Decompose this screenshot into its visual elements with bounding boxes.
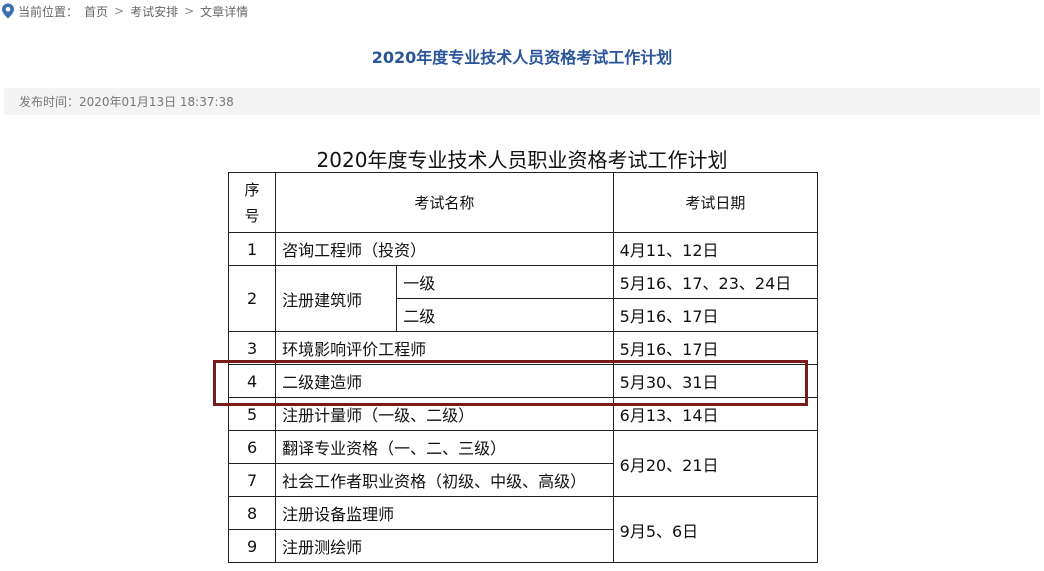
row-exam-date: 5月16、17日 <box>612 331 819 365</box>
breadcrumb: 当前位置： 首页 > 考试安排 > 文章详情 <box>0 0 1044 22</box>
breadcrumb-exam-schedule-link[interactable]: 考试安排 <box>130 3 178 20</box>
publish-info-bar: 发布时间： 2020年01月13日 18:37:38 <box>4 88 1040 115</box>
row-exam-date: 4月11、12日 <box>612 232 819 266</box>
row-exam-date: 6月13、14日 <box>612 397 819 431</box>
row-exam-date: 6月20、21日 <box>612 430 819 497</box>
row-no: 2 <box>227 265 277 332</box>
table-row: 8 注册设备监理师 9月5、6日 <box>227 496 819 563</box>
row-exam-date: 5月16、17日 <box>612 298 819 332</box>
row-exam-name: 注册建筑师 <box>275 265 398 332</box>
row-exam-name: 注册计量师（一级、二级） <box>275 397 614 431</box>
row-exam-date: 5月30、31日 <box>612 364 819 398</box>
row-exam-level: 一级 <box>396 265 614 299</box>
breadcrumb-current: 文章详情 <box>200 4 249 19</box>
header-exam-date: 考试日期 <box>612 172 819 233</box>
row-no: 4 <box>227 364 277 398</box>
table-row: 2 注册建筑师 一级 5月16、17、23、24日 <box>227 265 819 332</box>
table-row: 3 环境影响评价工程师 5月16、17日 <box>227 331 819 365</box>
exam-schedule-table: 序 号 考试名称 考试日期 1 咨询工程师（投资） 4月11、12日 2 注册建… <box>227 172 819 563</box>
publish-time-value: 2020年01月13日 18:37:38 <box>79 95 234 109</box>
row-exam-name: 二级建造师 <box>275 364 614 398</box>
table-title: 2020年度专业技术人员职业资格考试工作计划 <box>316 148 728 172</box>
row-no: 3 <box>227 331 277 365</box>
row-no: 1 <box>227 232 277 266</box>
header-no-line1: 序 <box>244 180 260 199</box>
row-exam-name: 翻译专业资格（一、二、三级） <box>275 430 614 464</box>
row-exam-name: 咨询工程师（投资） <box>275 232 614 266</box>
table-row: 6 翻译专业资格（一、二、三级） 6月20、21日 <box>227 430 819 497</box>
table-row: 1 咨询工程师（投资） 4月11、12日 <box>227 232 819 266</box>
breadcrumb-home-link[interactable]: 首页 <box>84 3 108 20</box>
breadcrumb-separator: > <box>114 4 125 18</box>
row-no: 5 <box>227 397 277 431</box>
header-exam-name: 考试名称 <box>275 172 614 233</box>
row-exam-name: 社会工作者职业资格（初级、中级、高级） <box>275 463 614 497</box>
publish-time-label: 发布时间： <box>19 95 80 109</box>
breadcrumb-separator: > <box>184 4 195 18</box>
row-exam-name: 注册设备监理师 <box>275 496 614 530</box>
row-exam-date: 5月16、17、23、24日 <box>612 265 819 299</box>
article-title: 2020年度专业技术人员资格考试工作计划 <box>371 48 673 67</box>
row-no: 8 <box>227 496 277 530</box>
table-row: 4 二级建造师 5月30、31日 <box>227 364 819 398</box>
row-exam-level: 二级 <box>396 298 614 332</box>
breadcrumb-label: 当前位置： <box>18 4 79 19</box>
header-no: 序 号 <box>227 172 277 233</box>
row-exam-date: 9月5、6日 <box>612 496 819 563</box>
location-pin-icon <box>2 3 14 19</box>
row-no: 9 <box>227 529 277 563</box>
row-no: 7 <box>227 463 277 497</box>
table-row: 5 注册计量师（一级、二级） 6月13、14日 <box>227 397 819 431</box>
row-exam-name: 环境影响评价工程师 <box>275 331 614 365</box>
table-header-row: 序 号 考试名称 考试日期 <box>227 172 819 233</box>
row-no: 6 <box>227 430 277 464</box>
header-no-line2: 号 <box>244 206 260 225</box>
row-exam-name: 注册测绘师 <box>275 529 614 563</box>
